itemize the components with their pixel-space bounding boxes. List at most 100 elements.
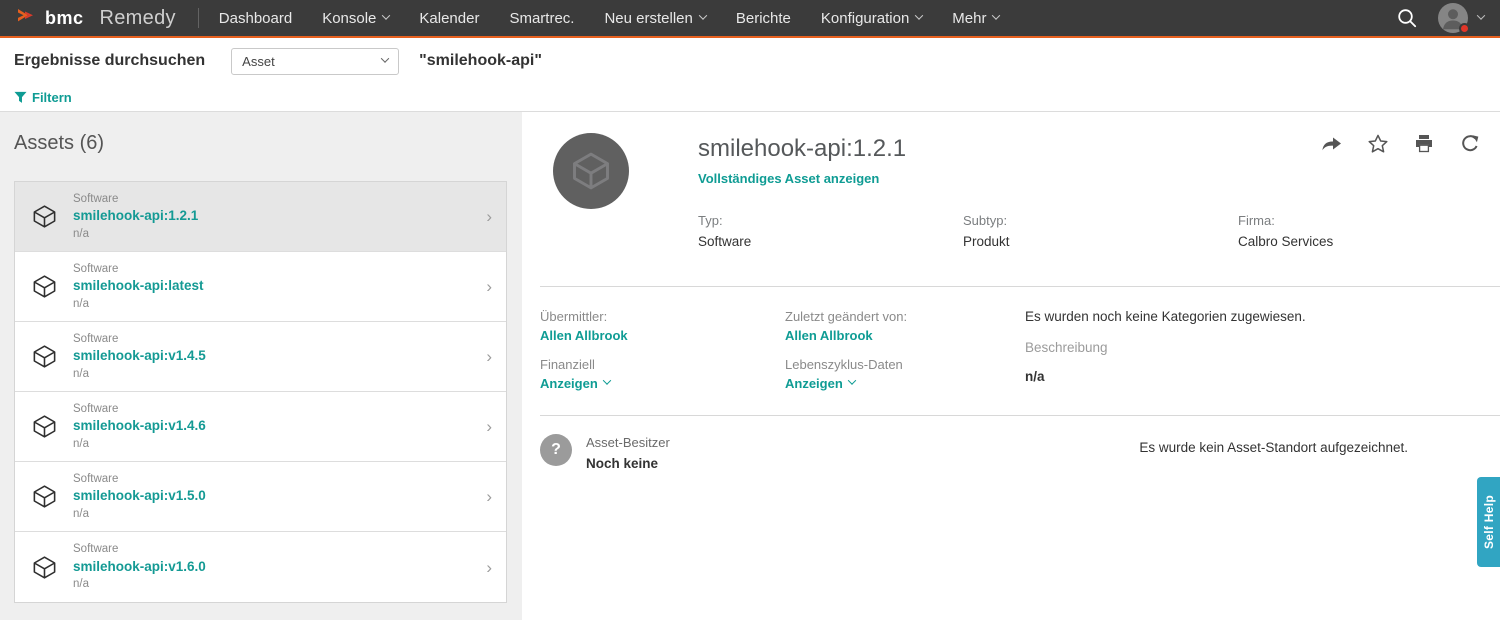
field-value: Calbro Services bbox=[1238, 233, 1333, 251]
results-panel: Assets (6) Software smilehook-api:1.2.1 … bbox=[0, 112, 522, 620]
nav-item-label: Smartrec. bbox=[509, 10, 574, 27]
cube-icon bbox=[31, 483, 58, 510]
asset-item-text: Software smilehook-api:v1.5.0 n/a bbox=[73, 472, 206, 522]
nav-item-label: Berichte bbox=[736, 10, 791, 27]
nav-item-kalender[interactable]: Kalender bbox=[419, 10, 479, 27]
topbar-right-controls bbox=[1396, 3, 1484, 33]
nav-item-label: Mehr bbox=[952, 10, 986, 27]
filter-bar: Filtern bbox=[0, 84, 1500, 112]
asset-name[interactable]: smilehook-api:v1.4.5 bbox=[73, 348, 206, 365]
product-text: Remedy bbox=[100, 7, 176, 30]
asset-detail-panel: smilehook-api:1.2.1 Vollständiges Asset … bbox=[522, 112, 1500, 620]
refresh-icon bbox=[1458, 132, 1482, 156]
lifecycle-label: Lebenszyklus-Daten bbox=[785, 357, 1025, 372]
nav-item-smartrec[interactable]: Smartrec. bbox=[509, 10, 574, 27]
nav-item-label: Dashboard bbox=[219, 10, 292, 27]
search-query-text: "smilehook-api" bbox=[419, 52, 542, 70]
asset-list-item[interactable]: Software smilehook-api:1.2.1 n/a › bbox=[15, 182, 506, 252]
field-value: Produkt bbox=[963, 233, 1238, 251]
select-chevron-down-icon bbox=[381, 54, 389, 62]
asset-category: Software bbox=[73, 472, 206, 486]
submitter-link[interactable]: Allen Allbrook bbox=[540, 328, 628, 343]
cube-icon bbox=[31, 203, 58, 230]
asset-name[interactable]: smilehook-api:v1.6.0 bbox=[73, 559, 206, 576]
global-search-button[interactable] bbox=[1396, 7, 1418, 29]
search-results-bar: Ergebnisse durchsuchen Asset "smilehook-… bbox=[0, 38, 1500, 84]
bmc-remedy-logo[interactable]: bmc Remedy bbox=[16, 7, 176, 30]
favorite-button[interactable] bbox=[1366, 132, 1390, 156]
lifecycle-show-link[interactable]: Anzeigen bbox=[785, 376, 855, 391]
chevron-down-icon bbox=[848, 377, 856, 385]
asset-meta: n/a bbox=[73, 297, 204, 311]
content-area: Assets (6) Software smilehook-api:1.2.1 … bbox=[0, 112, 1500, 620]
info-column-categories: Es wurden noch keine Kategorien zugewies… bbox=[1025, 309, 1306, 391]
asset-item-text: Software smilehook-api:v1.4.5 n/a bbox=[73, 332, 206, 382]
chevron-down-icon bbox=[603, 377, 611, 385]
chevron-right-icon: › bbox=[486, 488, 492, 505]
field-label: Typ: bbox=[698, 213, 963, 230]
asset-list-item[interactable]: Software smilehook-api:latest n/a › bbox=[15, 252, 506, 322]
asset-category: Software bbox=[73, 332, 206, 346]
chevron-down-icon bbox=[915, 11, 923, 19]
asset-list-item[interactable]: Software smilehook-api:v1.4.5 n/a › bbox=[15, 322, 506, 392]
bmc-logo-icon bbox=[16, 7, 40, 29]
nav-item-berichte[interactable]: Berichte bbox=[736, 10, 791, 27]
asset-name[interactable]: smilehook-api:latest bbox=[73, 278, 204, 295]
asset-type-select[interactable]: Asset bbox=[231, 48, 399, 75]
asset-item-text: Software smilehook-api:v1.4.6 n/a bbox=[73, 402, 206, 452]
field-typ: Typ: Software bbox=[698, 213, 963, 250]
cube-icon bbox=[31, 343, 58, 370]
top-navigation-bar: bmc Remedy Dashboard Konsole Kalender Smart… bbox=[0, 0, 1500, 38]
share-button[interactable] bbox=[1320, 132, 1344, 156]
asset-meta: n/a bbox=[73, 577, 206, 591]
info-column-modified: Zuletzt geändert von: Allen Allbrook Leb… bbox=[785, 309, 1025, 391]
results-heading: Assets (6) bbox=[14, 132, 507, 155]
filter-button[interactable]: Filtern bbox=[14, 90, 72, 105]
no-categories-text: Es wurden noch keine Kategorien zugewies… bbox=[1025, 309, 1306, 324]
asset-category: Software bbox=[73, 542, 206, 556]
asset-name[interactable]: smilehook-api:v1.4.6 bbox=[73, 418, 206, 435]
field-value: Software bbox=[698, 233, 963, 251]
search-icon bbox=[1396, 7, 1418, 29]
user-menu-chevron-down-icon[interactable] bbox=[1477, 11, 1485, 19]
asset-list-item[interactable]: Software smilehook-api:v1.4.6 n/a › bbox=[15, 392, 506, 462]
financial-show-link[interactable]: Anzeigen bbox=[540, 376, 610, 391]
refresh-button[interactable] bbox=[1458, 132, 1482, 156]
cube-icon bbox=[31, 413, 58, 440]
notification-dot bbox=[1459, 23, 1470, 34]
field-firma: Firma: Calbro Services bbox=[1238, 213, 1333, 250]
asset-name[interactable]: smilehook-api:1.2.1 bbox=[73, 208, 198, 225]
asset-list-item[interactable]: Software smilehook-api:v1.5.0 n/a › bbox=[15, 462, 506, 532]
no-location-text: Es wurde kein Asset-Standort aufgezeichn… bbox=[1139, 434, 1408, 455]
nav-item-konsole[interactable]: Konsole bbox=[322, 10, 389, 27]
star-icon bbox=[1366, 132, 1390, 156]
chevron-down-icon bbox=[992, 11, 1000, 19]
self-help-tab[interactable]: Self Help bbox=[1477, 477, 1500, 567]
asset-category: Software bbox=[73, 192, 198, 206]
owner-section: ? Asset-Besitzer Noch keine Es wurde kei… bbox=[522, 416, 1500, 473]
asset-meta: n/a bbox=[73, 507, 206, 521]
filter-label: Filtern bbox=[32, 90, 72, 105]
chevron-right-icon: › bbox=[486, 418, 492, 435]
nav-item-dashboard[interactable]: Dashboard bbox=[219, 10, 292, 27]
chevron-down-icon bbox=[382, 11, 390, 19]
modified-by-link[interactable]: Allen Allbrook bbox=[785, 328, 873, 343]
nav-item-mehr[interactable]: Mehr bbox=[952, 10, 999, 27]
user-menu[interactable] bbox=[1438, 3, 1468, 33]
question-mark-icon: ? bbox=[540, 434, 572, 466]
print-button[interactable] bbox=[1412, 132, 1436, 156]
detail-main: smilehook-api:1.2.1 Vollständiges Asset … bbox=[698, 133, 1333, 250]
chevron-right-icon: › bbox=[486, 208, 492, 225]
view-full-asset-link[interactable]: Vollständiges Asset anzeigen bbox=[698, 171, 1333, 186]
asset-name[interactable]: smilehook-api:v1.5.0 bbox=[73, 488, 206, 505]
asset-list-item[interactable]: Software smilehook-api:v1.6.0 n/a › bbox=[15, 532, 506, 602]
asset-item-text: Software smilehook-api:v1.6.0 n/a bbox=[73, 542, 206, 592]
asset-meta: n/a bbox=[73, 227, 198, 241]
asset-category: Software bbox=[73, 262, 204, 276]
owner-text: Asset-Besitzer Noch keine bbox=[586, 434, 670, 473]
nav-item-neu-erstellen[interactable]: Neu erstellen bbox=[604, 10, 705, 27]
lifecycle-show-label: Anzeigen bbox=[785, 376, 843, 391]
nav-item-konfiguration[interactable]: Konfiguration bbox=[821, 10, 922, 27]
nav-item-label: Neu erstellen bbox=[604, 10, 692, 27]
asset-category: Software bbox=[73, 402, 206, 416]
